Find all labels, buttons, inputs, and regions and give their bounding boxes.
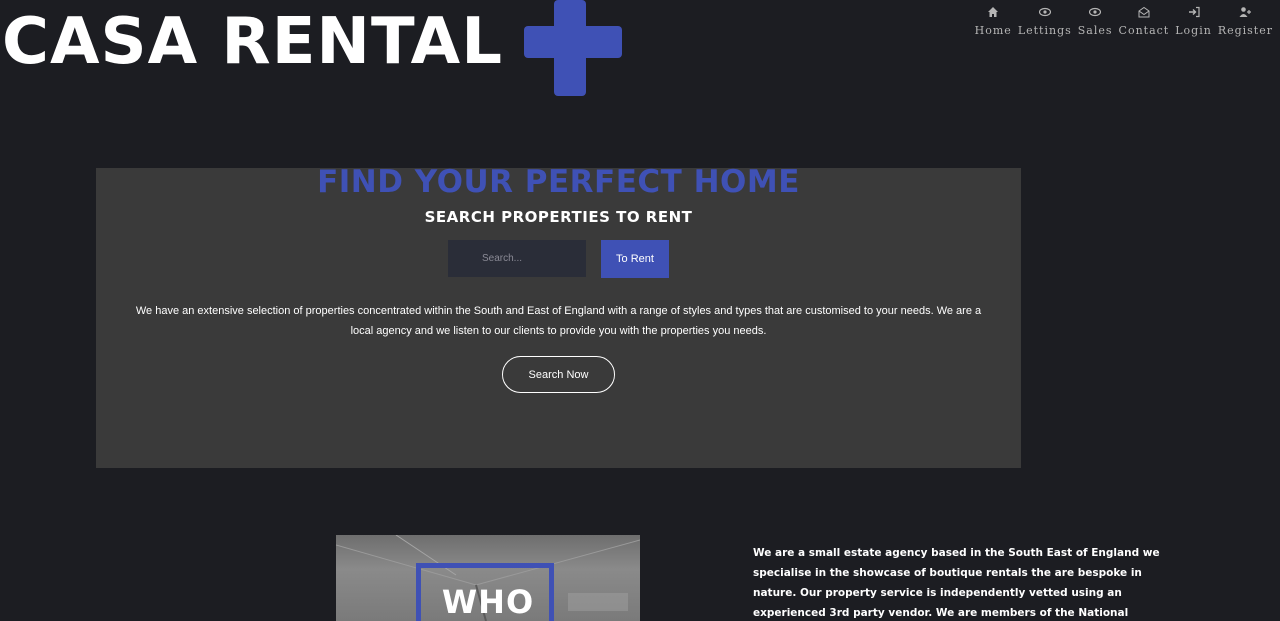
- nav-label: Lettings: [1017, 24, 1072, 37]
- about-text: We are a small estate agency based in th…: [753, 547, 1160, 619]
- hero-subtitle: SEARCH PROPERTIES TO RENT: [424, 208, 693, 226]
- page: CASA RENTAL Home Lettings Sales Contact …: [0, 0, 1280, 621]
- search-now-button[interactable]: Search Now: [502, 356, 615, 393]
- nav-item-lettings[interactable]: Lettings: [1015, 6, 1075, 37]
- user-plus-icon: [1239, 7, 1252, 17]
- who-image: WHO: [336, 535, 640, 621]
- home-icon: [988, 7, 999, 17]
- nav-label: Sales: [1077, 24, 1113, 37]
- nav-item-contact[interactable]: Contact: [1116, 6, 1173, 37]
- logo[interactable]: CASA RENTAL: [0, 0, 640, 100]
- logo-text: CASA RENTAL: [2, 5, 503, 79]
- sign-in-icon: [1188, 6, 1200, 18]
- nav-item-register[interactable]: Register: [1215, 6, 1276, 37]
- nav-item-sales[interactable]: Sales: [1075, 6, 1116, 37]
- nav-label: Home: [974, 24, 1012, 37]
- plus-logo-icon: [524, 0, 622, 96]
- nav-label: Register: [1217, 24, 1273, 37]
- eye-icon: [1089, 7, 1102, 17]
- search-input[interactable]: [448, 240, 586, 277]
- hero-title: FIND YOUR PERFECT HOME: [317, 164, 800, 200]
- hero-description: We have an extensive selection of proper…: [135, 305, 982, 337]
- nav-item-home[interactable]: Home: [972, 6, 1015, 37]
- nav-label: Login: [1175, 24, 1212, 37]
- nav-label: Contact: [1118, 24, 1170, 37]
- envelope-icon: [1138, 6, 1150, 18]
- eye-icon: [1038, 7, 1051, 17]
- who-heading: WHO: [441, 583, 535, 621]
- top-nav: Home Lettings Sales Contact Login Regist…: [972, 6, 1276, 37]
- to-rent-button[interactable]: To Rent: [601, 240, 669, 278]
- hero-panel: FIND YOUR PERFECT HOME SEARCH PROPERTIES…: [96, 164, 1021, 468]
- nav-item-login[interactable]: Login: [1172, 6, 1215, 37]
